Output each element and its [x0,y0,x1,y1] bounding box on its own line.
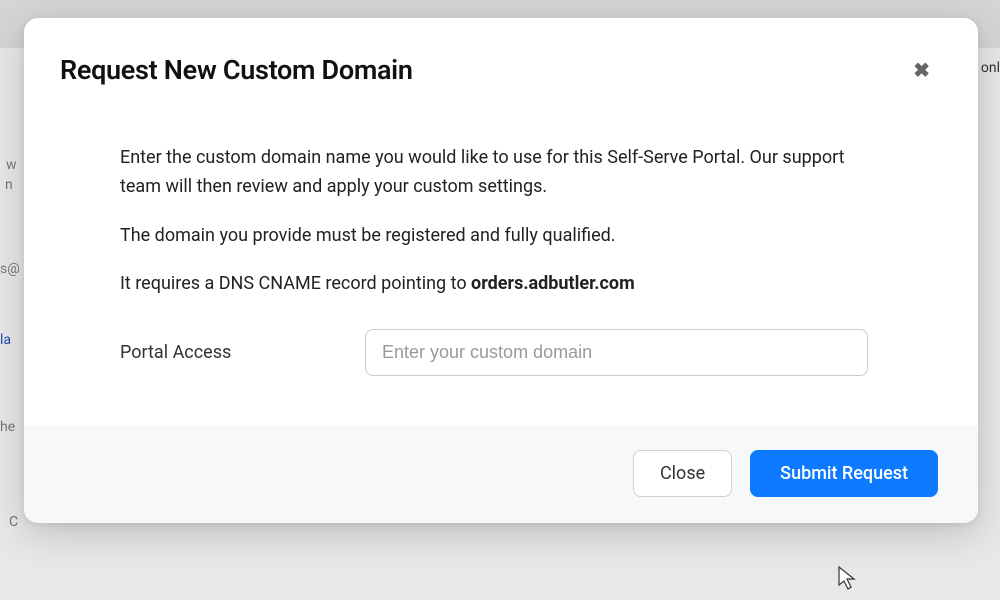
bg-text: la [0,332,11,348]
portal-access-row: Portal Access [120,329,868,376]
submit-request-button[interactable]: Submit Request [750,450,938,497]
dns-target: orders.adbutler.com [471,273,635,294]
modal-footer: Close Submit Request [24,426,978,523]
bg-text: s@ [0,261,20,277]
custom-domain-input[interactable] [365,329,868,376]
close-icon[interactable]: ✖ [913,60,930,80]
bg-text: w [6,157,17,173]
modal-header: Request New Custom Domain ✖ [24,18,978,96]
instructions-text-1: Enter the custom domain name you would l… [120,144,868,202]
close-button[interactable]: Close [633,450,732,497]
modal-body: Enter the custom domain name you would l… [24,96,978,426]
bg-text: n [5,177,13,193]
instructions-text-2: The domain you provide must be registere… [120,222,868,251]
bg-text: he [0,419,15,435]
instructions-text-3: It requires a DNS CNAME record pointing … [120,270,868,299]
bg-text: onl [981,60,1000,76]
dns-prefix: It requires a DNS CNAME record pointing … [120,273,471,294]
modal-title: Request New Custom Domain [60,54,413,86]
request-custom-domain-modal: Request New Custom Domain ✖ Enter the cu… [24,18,978,523]
bg-text: C [9,514,18,530]
portal-access-label: Portal Access [120,342,365,363]
